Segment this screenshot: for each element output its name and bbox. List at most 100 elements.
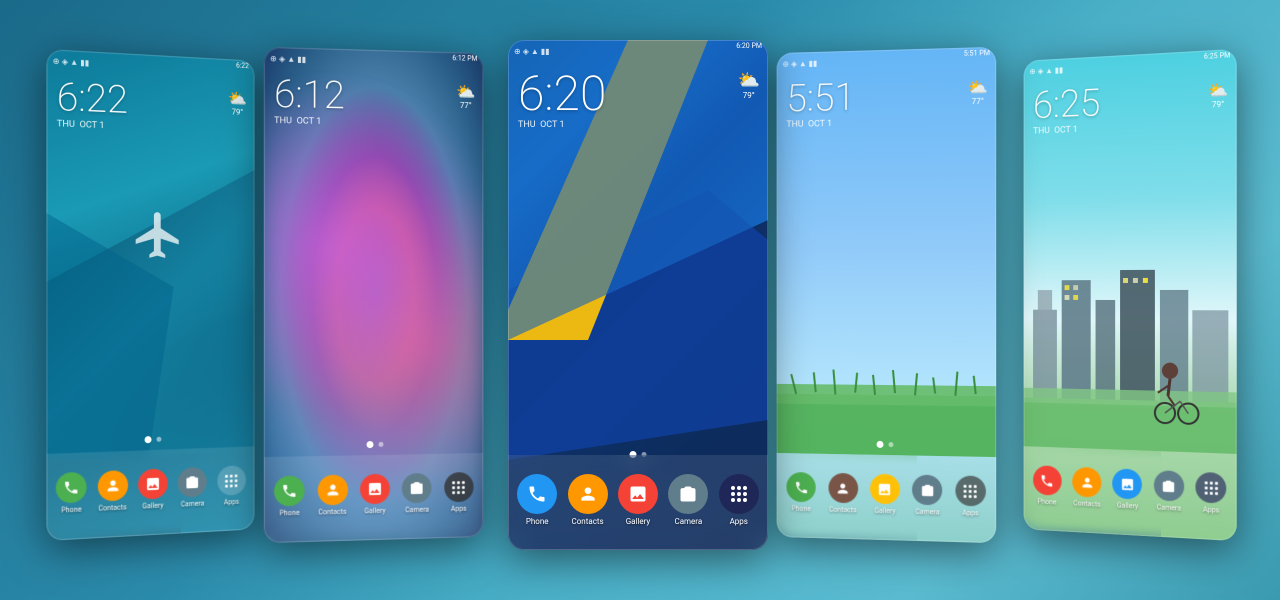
page-dots-4 [877, 441, 894, 448]
dock-contacts-1[interactable]: Contacts [97, 470, 127, 513]
phone-icon-1 [56, 472, 87, 504]
dock-gallery-4[interactable]: Gallery [870, 474, 900, 516]
clock-1: 6:22 THU OCT 1 [57, 78, 128, 132]
camera-label-4: Camera [915, 508, 939, 517]
apps-icon-5 [1196, 472, 1227, 504]
camera-label-3: Camera [674, 517, 702, 526]
clock-5: 6:25 THU OCT 1 [1033, 84, 1100, 136]
apps-label-4: Apps [962, 509, 978, 517]
dock-camera-4[interactable]: Camera [912, 475, 942, 517]
contacts-icon-3 [568, 474, 608, 514]
phone-label-1: Phone [61, 505, 81, 514]
weather-5: ⛅ 79° [1208, 80, 1229, 110]
contacts-label-1: Contacts [98, 503, 126, 512]
gallery-icon-3 [618, 474, 658, 514]
gallery-label-5: Gallery [1117, 501, 1138, 510]
camera-label-1: Camera [181, 500, 205, 509]
camera-label-2: Camera [405, 506, 429, 515]
clock-2: 6:12 THU OCT 1 [274, 75, 345, 127]
phone-3-main[interactable]: ⊕ ◈ ▲ ▮▮ 6:20 PM 6:20 THU OCT 1 ⛅ 79° [508, 40, 768, 550]
camera-icon-5 [1154, 470, 1184, 502]
contacts-icon-1 [97, 470, 127, 502]
phone-icon-2 [274, 475, 305, 506]
apps-label-1: Apps [224, 498, 239, 507]
contacts-icon-2 [317, 475, 347, 506]
dock-2: Phone Contacts Gallery [264, 453, 484, 543]
weather-3: ⛅ 79° [738, 70, 760, 100]
contacts-icon-4 [828, 473, 858, 504]
camera-icon-1 [178, 467, 207, 498]
weather-4: ⛅ 77° [968, 77, 988, 106]
gallery-icon-4 [870, 474, 900, 505]
weather-1: ⛅ 79° [228, 89, 247, 117]
dock-4: Phone Contacts Gallery [777, 453, 997, 543]
phone-icon-4 [787, 472, 816, 502]
dock-contacts-3[interactable]: Contacts [568, 474, 608, 526]
clock-3: 6:20 THU OCT 1 [518, 70, 606, 130]
dock-phone-4[interactable]: Phone [787, 472, 816, 513]
dock-3: Phone Contacts Gallery [508, 455, 768, 550]
dock-gallery-2[interactable]: Gallery [360, 474, 390, 516]
dock-camera-1[interactable]: Camera [178, 467, 207, 509]
phone-2[interactable]: ⊕ ◈ ▲ ▮▮ 6:12 PM 6:12 THU OCT 1 ⛅ 77° [264, 47, 484, 543]
apps-label-3: Apps [730, 517, 748, 526]
gallery-icon-2 [360, 474, 390, 505]
apps-icon-4 [955, 475, 986, 506]
dock-gallery-3[interactable]: Gallery [618, 474, 658, 526]
apps-icon-1 [217, 465, 246, 496]
dock-1: Phone Contacts Gallery [46, 446, 254, 541]
status-bar-3: ⊕ ◈ ▲ ▮▮ 6:20 PM [508, 40, 768, 62]
gallery-label-1: Gallery [142, 501, 163, 510]
phone-5[interactable]: ⊕ ◈ ▲ ▮▮ 6:25 PM 6:25 THU OCT 1 ⛅ 79° [1024, 49, 1237, 541]
city-svg-5 [1024, 228, 1237, 454]
dock-contacts-2[interactable]: Contacts [317, 475, 347, 517]
camera-icon-4 [912, 475, 942, 506]
dock-phone-3[interactable]: Phone [517, 474, 557, 526]
contacts-label-4: Contacts [829, 506, 857, 515]
dock-camera-5[interactable]: Camera [1154, 470, 1184, 513]
apps-icon-3 [719, 474, 759, 514]
page-dots-1 [145, 436, 162, 444]
airplane-icon-1 [131, 207, 185, 267]
dock-camera-3[interactable]: Camera [668, 474, 708, 526]
gallery-label-3: Gallery [626, 517, 651, 526]
phone-label-5: Phone [1038, 498, 1057, 507]
contacts-icon-5 [1072, 467, 1101, 498]
phone-1[interactable]: ⊕ ◈ ▲ ▮▮ 6:22 6:22 THU OCT 1 ⛅ 79° [46, 49, 254, 541]
phone-4[interactable]: ⊕ ◈ ▲ ▮▮ 5:51 PM 5:51 THU OCT 1 ⛅ 77° [777, 47, 997, 543]
weather-2: ⛅ 77° [456, 82, 475, 110]
phone-label-4: Phone [792, 505, 811, 513]
apps-label-2: Apps [451, 505, 467, 513]
dock-contacts-4[interactable]: Contacts [828, 473, 858, 514]
phone-label-3: Phone [526, 517, 549, 526]
dock-phone-2[interactable]: Phone [274, 475, 305, 517]
dock-5: Phone Contacts Gallery [1024, 446, 1237, 541]
dock-phone-5[interactable]: Phone [1033, 465, 1062, 507]
phones-showcase: ⊕ ◈ ▲ ▮▮ 6:22 6:22 THU OCT 1 ⛅ 79° [0, 0, 1280, 600]
dock-apps-1[interactable]: Apps [217, 465, 246, 507]
apps-label-5: Apps [1203, 506, 1220, 515]
gallery-label-4: Gallery [874, 507, 895, 516]
camera-label-5: Camera [1157, 503, 1181, 512]
gallery-icon-5 [1113, 468, 1143, 499]
dock-apps-4[interactable]: Apps [955, 475, 986, 517]
dock-apps-3[interactable]: Apps [719, 474, 759, 526]
camera-icon-3 [668, 474, 708, 514]
dock-gallery-1[interactable]: Gallery [138, 468, 168, 510]
gallery-icon-1 [138, 468, 168, 499]
phone-label-2: Phone [279, 509, 299, 518]
phone-icon-3 [517, 474, 557, 514]
dock-contacts-5[interactable]: Contacts [1072, 467, 1101, 509]
status-icons-1: ⊕ ◈ ▲ ▮▮ [53, 56, 90, 67]
clock-4: 5:51 THU OCT 1 [786, 79, 855, 130]
dock-gallery-5[interactable]: Gallery [1113, 468, 1143, 510]
apps-icon-2 [444, 472, 473, 502]
contacts-label-3: Contacts [572, 517, 604, 526]
contacts-label-5: Contacts [1073, 499, 1100, 508]
dock-apps-2[interactable]: Apps [444, 472, 473, 513]
dock-phone-1[interactable]: Phone [56, 472, 87, 515]
dock-apps-5[interactable]: Apps [1196, 472, 1227, 515]
camera-icon-2 [402, 473, 432, 504]
dock-camera-2[interactable]: Camera [402, 473, 432, 514]
gallery-label-2: Gallery [364, 507, 385, 516]
